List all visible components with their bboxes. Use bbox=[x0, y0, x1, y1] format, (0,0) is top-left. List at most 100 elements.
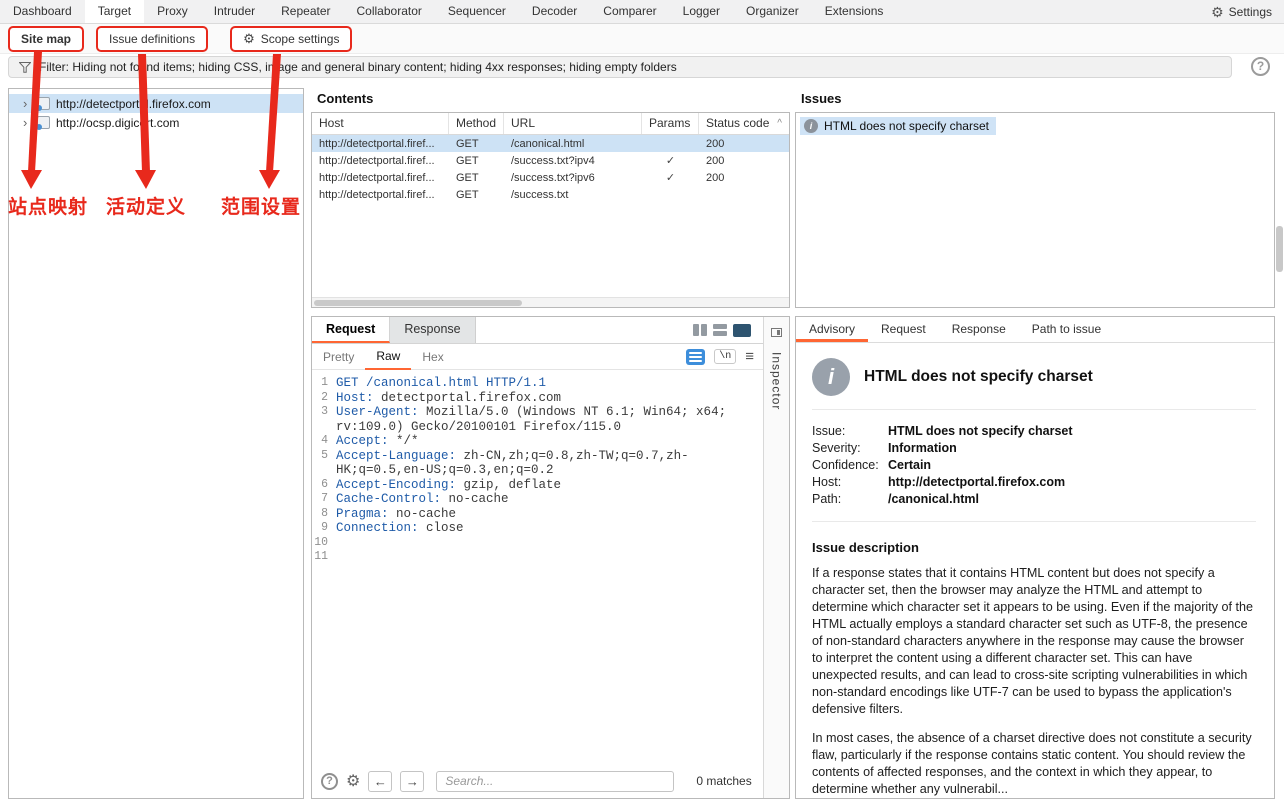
gear-icon[interactable]: ⚙ bbox=[346, 771, 360, 791]
advisory-header: i HTML does not specify charset bbox=[812, 358, 1256, 396]
scrollbar-thumb[interactable] bbox=[1276, 226, 1283, 272]
help-button[interactable]: ? bbox=[1251, 57, 1270, 76]
tab-scope-settings[interactable]: ⚙ Scope settings bbox=[234, 29, 348, 49]
field-value: Information bbox=[888, 440, 957, 457]
tab-raw[interactable]: Raw bbox=[365, 344, 411, 370]
split-horizontal-icon[interactable] bbox=[713, 324, 727, 336]
column-params[interactable]: Params bbox=[642, 113, 699, 134]
issue-item[interactable]: i HTML does not specify charset bbox=[800, 117, 996, 135]
tab-collaborator[interactable]: Collaborator bbox=[344, 0, 435, 23]
tab-proxy[interactable]: Proxy bbox=[144, 0, 201, 23]
cell-method: GET bbox=[449, 155, 504, 167]
site-node-icon bbox=[37, 97, 50, 110]
tab-advisory-request[interactable]: Request bbox=[868, 317, 939, 342]
settings-button[interactable]: ⚙ Settings bbox=[1199, 0, 1284, 23]
cell-method: GET bbox=[449, 189, 504, 201]
advisory-fields: Issue:HTML does not specify charset Seve… bbox=[812, 423, 1256, 508]
tab-site-map[interactable]: Site map bbox=[12, 29, 80, 49]
split-vertical-icon[interactable] bbox=[693, 324, 707, 336]
search-input[interactable] bbox=[436, 771, 674, 792]
view-mode-tabs: Pretty Raw Hex \n ≡ bbox=[312, 344, 763, 370]
next-match-button[interactable]: → bbox=[400, 771, 424, 792]
column-url[interactable]: URL bbox=[504, 113, 642, 134]
inspector-label: Inspector bbox=[770, 352, 784, 410]
tab-path-to-issue[interactable]: Path to issue bbox=[1019, 317, 1114, 342]
cell-status: 200 bbox=[699, 155, 789, 167]
tab-advisory[interactable]: Advisory bbox=[796, 317, 868, 342]
annotation-box-issue-definitions: Issue definitions bbox=[96, 26, 208, 52]
request-editor[interactable]: 1GET /canonical.html HTTP/1.1 2Host: det… bbox=[312, 370, 763, 762]
tab-advisory-response[interactable]: Response bbox=[939, 317, 1019, 342]
dock-panel-icon bbox=[771, 328, 782, 337]
hamburger-menu-icon[interactable]: ≡ bbox=[745, 348, 754, 365]
vertical-scrollbar[interactable] bbox=[1275, 88, 1284, 799]
tab-organizer[interactable]: Organizer bbox=[733, 0, 812, 23]
chevron-right-icon: › bbox=[23, 96, 31, 111]
cell-url: /success.txt bbox=[504, 189, 642, 201]
message-editor: Request Response Pretty Raw Hex \n ≡ 1GE… bbox=[311, 316, 790, 799]
tab-hex[interactable]: Hex bbox=[411, 345, 454, 369]
tab-dashboard[interactable]: Dashboard bbox=[0, 0, 85, 23]
tab-sequencer[interactable]: Sequencer bbox=[435, 0, 519, 23]
scrollbar-thumb[interactable] bbox=[314, 300, 522, 306]
advisory-title: HTML does not specify charset bbox=[864, 368, 1093, 386]
sort-ascending-icon: ^ bbox=[777, 118, 782, 129]
field-label: Confidence: bbox=[812, 457, 888, 474]
issue-label: HTML does not specify charset bbox=[824, 119, 989, 133]
tab-issue-definitions[interactable]: Issue definitions bbox=[100, 29, 204, 49]
filter-funnel-icon bbox=[19, 62, 31, 73]
column-method[interactable]: Method bbox=[449, 113, 504, 134]
cell-status: 200 bbox=[699, 138, 789, 150]
filter-bar[interactable]: Filter: Hiding not found items; hiding C… bbox=[8, 56, 1232, 78]
previous-match-button[interactable]: ← bbox=[368, 771, 392, 792]
field-value: http://detectportal.firefox.com bbox=[888, 474, 1065, 491]
match-count: 0 matches bbox=[696, 774, 751, 788]
issue-description-paragraph: In most cases, the absence of a charset … bbox=[812, 730, 1256, 798]
syntax-highlight-icon[interactable] bbox=[686, 349, 705, 365]
column-host[interactable]: Host bbox=[312, 113, 449, 134]
cell-method: GET bbox=[449, 138, 504, 150]
main-tab-bar: Dashboard Target Proxy Intruder Repeater… bbox=[0, 0, 1284, 24]
annotation-box-scope-settings: ⚙ Scope settings bbox=[230, 26, 352, 52]
cell-url: /success.txt?ipv4 bbox=[504, 155, 642, 167]
filter-text: Filter: Hiding not found items; hiding C… bbox=[39, 60, 677, 74]
cell-url: /success.txt?ipv6 bbox=[504, 172, 642, 184]
site-node-icon bbox=[37, 116, 50, 129]
advisory-panel: Advisory Request Response Path to issue … bbox=[795, 316, 1275, 799]
horizontal-scrollbar[interactable] bbox=[312, 297, 789, 307]
chevron-right-icon: › bbox=[23, 115, 31, 130]
tab-comparer[interactable]: Comparer bbox=[590, 0, 669, 23]
view-options: \n ≡ bbox=[686, 348, 763, 365]
gear-icon: ⚙ bbox=[243, 32, 255, 45]
tab-request[interactable]: Request bbox=[312, 317, 390, 343]
tab-logger[interactable]: Logger bbox=[670, 0, 733, 23]
table-row[interactable]: http://detectportal.firef... GET /succes… bbox=[312, 169, 789, 186]
issue-description-heading: Issue description bbox=[812, 540, 1256, 555]
table-header: Host Method URL Params Status code ^ bbox=[312, 113, 789, 135]
tab-pretty[interactable]: Pretty bbox=[312, 345, 365, 369]
scope-settings-label: Scope settings bbox=[261, 32, 340, 46]
annotation-label-scope-settings: 范围设置 bbox=[221, 192, 301, 219]
tab-repeater[interactable]: Repeater bbox=[268, 0, 343, 23]
inspector-panel[interactable]: Inspector bbox=[763, 317, 789, 798]
cell-host: http://detectportal.firef... bbox=[312, 172, 449, 184]
tab-extensions[interactable]: Extensions bbox=[812, 0, 897, 23]
table-row[interactable]: http://detectportal.firef... GET /succes… bbox=[312, 186, 789, 203]
column-status-code[interactable]: Status code ^ bbox=[699, 113, 789, 134]
table-row[interactable]: http://detectportal.firef... GET /canoni… bbox=[312, 135, 789, 152]
message-editor-tabs: Request Response bbox=[312, 317, 763, 344]
tab-intruder[interactable]: Intruder bbox=[201, 0, 268, 23]
filter-row: Filter: Hiding not found items; hiding C… bbox=[0, 56, 1284, 80]
cell-params-check: ✓ bbox=[642, 154, 699, 167]
tab-target[interactable]: Target bbox=[85, 0, 144, 23]
help-button[interactable]: ? bbox=[321, 773, 338, 790]
tree-item-detectportal[interactable]: › http://detectportal.firefox.com bbox=[9, 94, 303, 113]
field-value: HTML does not specify charset bbox=[888, 423, 1073, 440]
tree-item-ocsp[interactable]: › http://ocsp.digicert.com bbox=[9, 113, 303, 132]
tab-decoder[interactable]: Decoder bbox=[519, 0, 590, 23]
single-view-icon[interactable] bbox=[733, 324, 751, 337]
advisory-content: i HTML does not specify charset Issue:HT… bbox=[796, 343, 1274, 798]
tab-response[interactable]: Response bbox=[390, 317, 475, 343]
show-newlines-button[interactable]: \n bbox=[714, 349, 736, 364]
table-row[interactable]: http://detectportal.firef... GET /succes… bbox=[312, 152, 789, 169]
